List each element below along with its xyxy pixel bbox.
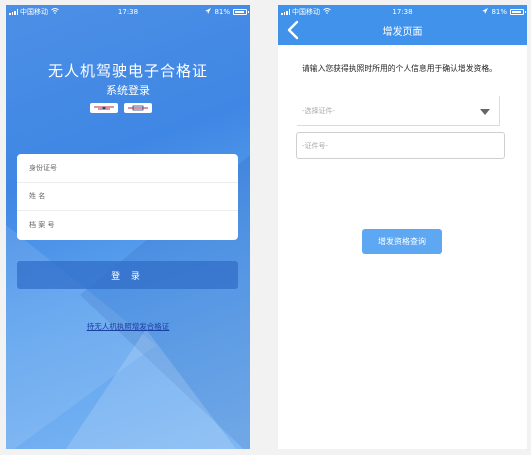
background-facet [66, 329, 236, 449]
carrier-label: 中国移动 [20, 8, 48, 16]
page-title: 增发页面 [382, 27, 423, 38]
battery-percent: 81% [214, 8, 230, 16]
select-placeholder: -选择证件- [302, 106, 336, 115]
field-label: 身份证号 [29, 163, 57, 172]
wifi-icon [51, 8, 59, 16]
login-form: 身份证号 姓 名 档 案 号 [17, 154, 238, 240]
field-label: 档 案 号 [29, 221, 55, 230]
login-button[interactable]: 登 录 [17, 261, 238, 289]
carrier-label: 中国移动 [292, 8, 320, 16]
field-label: 姓 名 [29, 192, 46, 201]
status-bar: 中国移动 17:38 81% [278, 5, 527, 19]
id-number-input[interactable]: -证件号- [296, 132, 505, 159]
input-placeholder: -证件号- [302, 141, 329, 150]
document-type-select[interactable]: -选择证件- [297, 96, 500, 126]
name-field[interactable]: 姓 名 [17, 183, 238, 212]
login-screen: 中国移动 17:38 81% 无人机驾驶电子合格证 系统登录 身份证号 姓 名 [6, 5, 250, 449]
logo-group [90, 103, 152, 113]
login-subtitle: 系统登录 [106, 84, 150, 97]
battery-icon [510, 9, 526, 15]
wifi-icon [323, 8, 331, 16]
battery-percent: 81% [491, 8, 507, 16]
id-number-field[interactable]: 身份证号 [17, 154, 238, 183]
file-number-field[interactable]: 档 案 号 [17, 211, 238, 240]
aopa-logo [124, 103, 152, 113]
location-icon [205, 8, 212, 16]
nav-bar: 中国移动 17:38 81% 增发页面 [278, 5, 527, 45]
signal-icon [281, 9, 290, 15]
reissue-screen: 中国移动 17:38 81% 增发页面 请输入您获得执照时所用的个人信息用于确认… [278, 5, 527, 449]
eligibility-query-button[interactable]: 增发资格查询 [362, 229, 442, 254]
instruction-text: 请输入您获得执照时所用的个人信息用于确认增发资格。 [302, 64, 497, 73]
signal-icon [9, 9, 18, 15]
location-icon [482, 8, 489, 16]
reissue-link[interactable]: 持无人机执照增发合格证 [6, 321, 250, 332]
battery-icon [233, 9, 249, 15]
app-title: 无人机驾驶电子合格证 [47, 62, 208, 80]
caac-logo [90, 103, 118, 113]
status-bar: 中国移动 17:38 81% [6, 5, 250, 19]
dropdown-arrow-icon [480, 109, 490, 115]
